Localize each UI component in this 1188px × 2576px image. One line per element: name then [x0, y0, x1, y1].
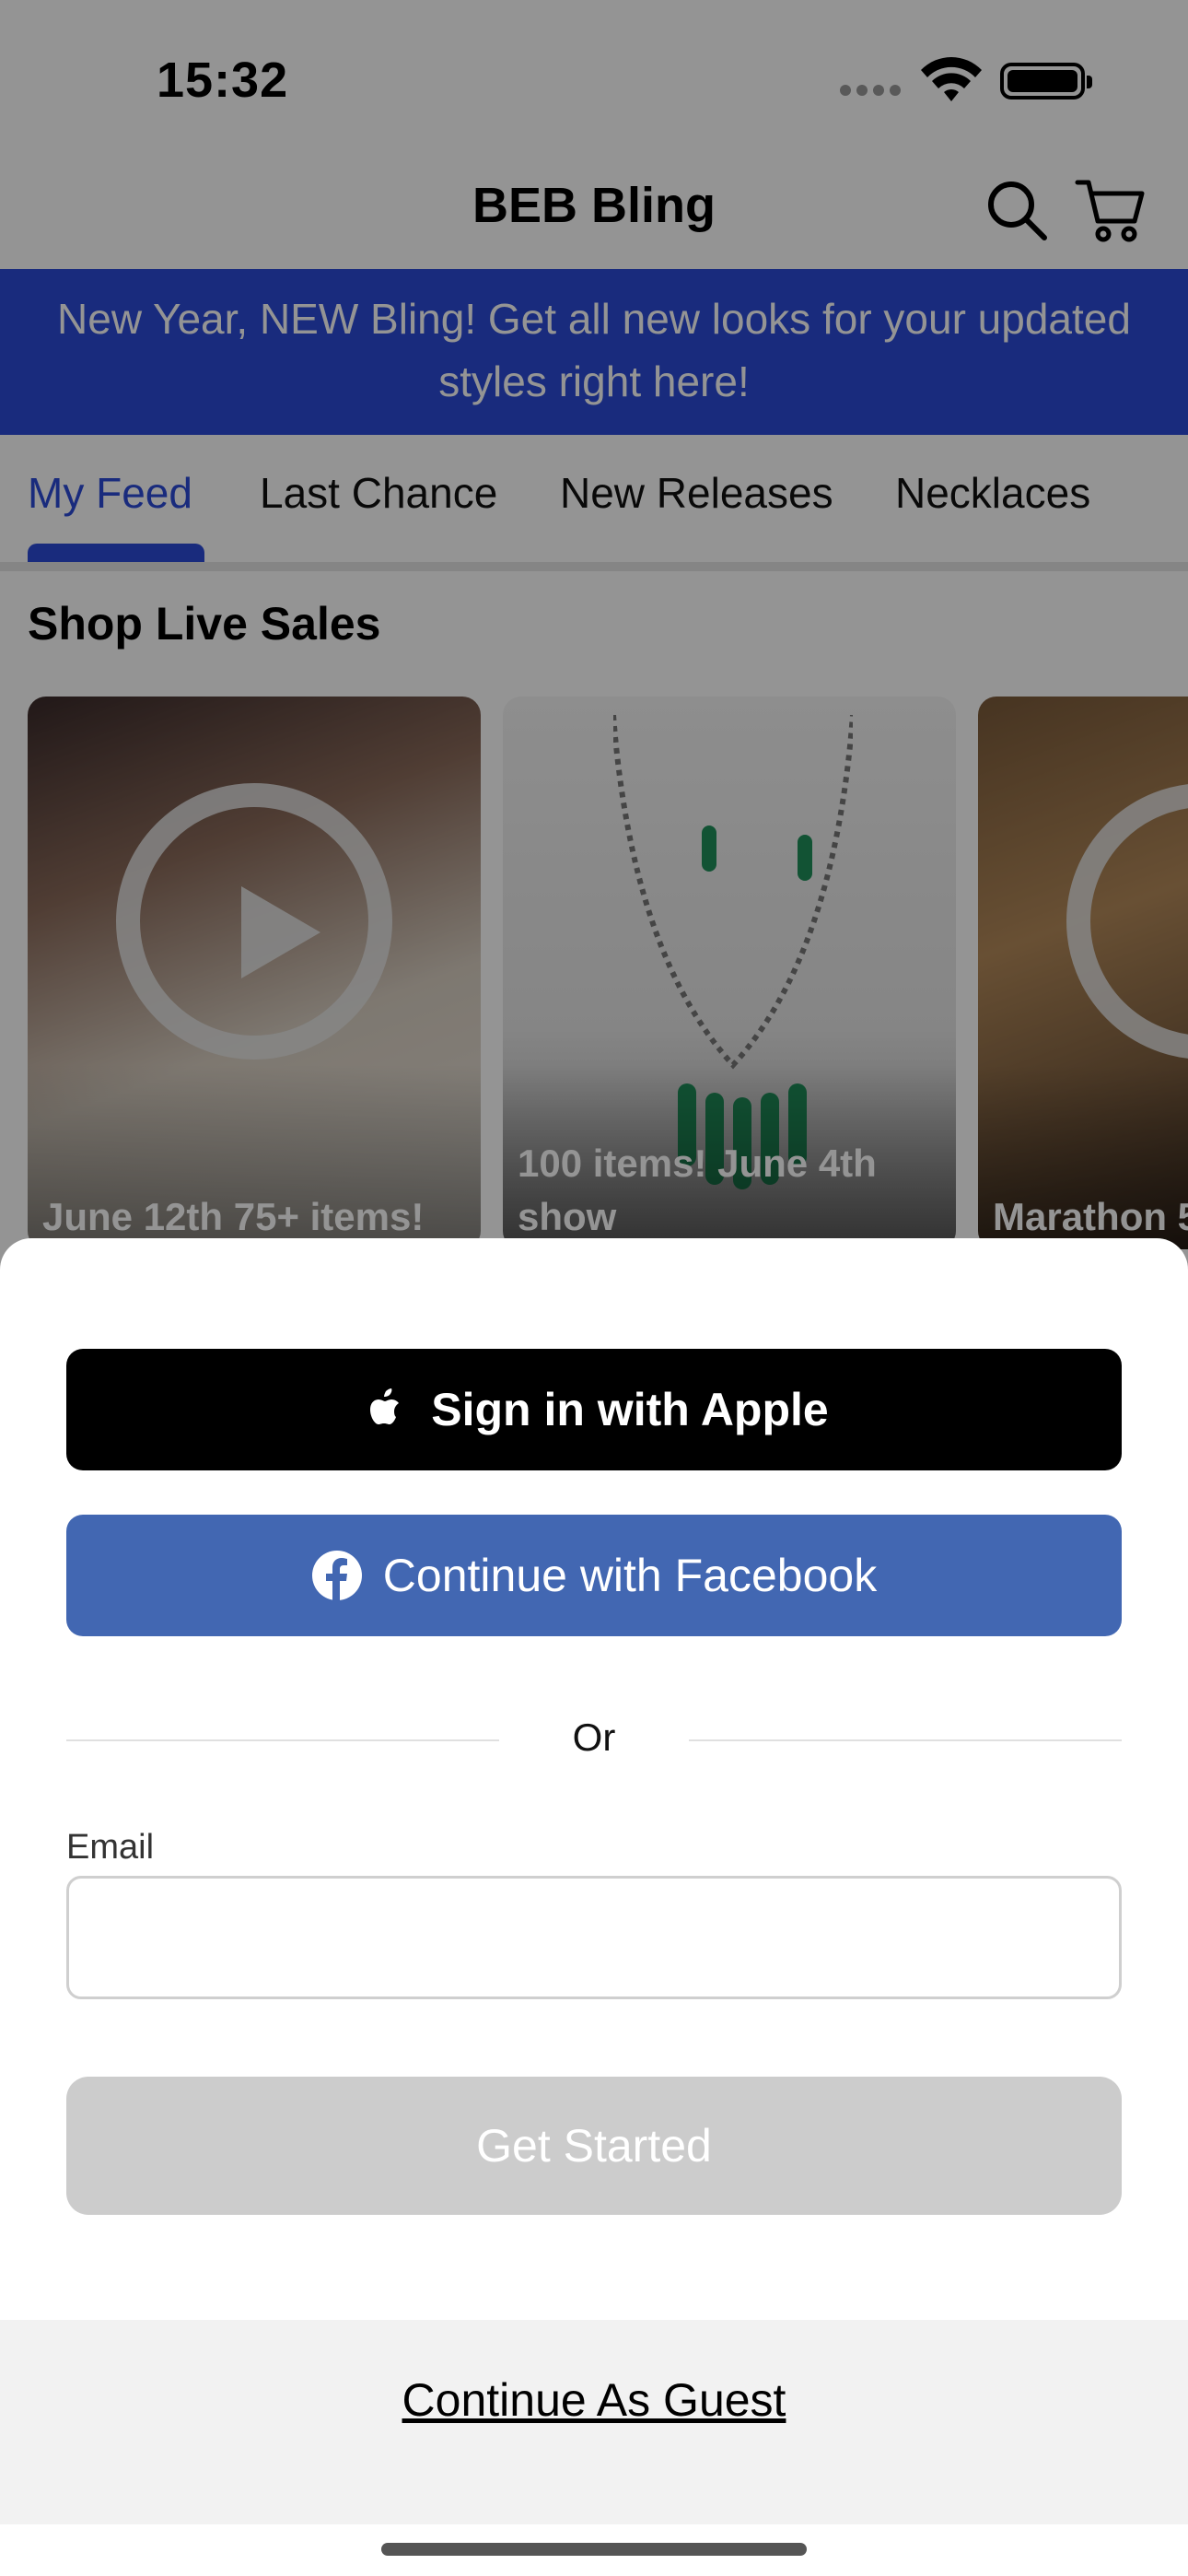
- facebook-icon: [311, 1551, 362, 1600]
- modal-dim-overlay[interactable]: [0, 0, 1188, 1290]
- divider-or: Or: [572, 1715, 616, 1759]
- continue-with-facebook-button[interactable]: Continue with Facebook: [66, 1515, 1122, 1636]
- sign-in-sheet: Sign in with Apple Continue with Faceboo…: [0, 1238, 1188, 2576]
- app-background: 15:32 BEB Bling New Year, NEW Bling! Get…: [0, 0, 1188, 1290]
- get-started-button[interactable]: Get Started: [66, 2077, 1122, 2215]
- get-started-label: Get Started: [476, 2120, 712, 2172]
- apple-button-label: Sign in with Apple: [431, 1384, 829, 1435]
- guest-area: Continue As Guest: [0, 2320, 1188, 2524]
- email-input[interactable]: [66, 1876, 1122, 1999]
- facebook-button-label: Continue with Facebook: [382, 1550, 878, 1601]
- divider-line: [689, 1739, 1122, 1741]
- sign-in-with-apple-button[interactable]: Sign in with Apple: [66, 1349, 1122, 1470]
- home-indicator[interactable]: [381, 2543, 807, 2556]
- continue-as-guest-link[interactable]: Continue As Guest: [0, 2373, 1188, 2427]
- apple-icon: [370, 1388, 400, 1424]
- email-label: Email: [66, 1828, 155, 1867]
